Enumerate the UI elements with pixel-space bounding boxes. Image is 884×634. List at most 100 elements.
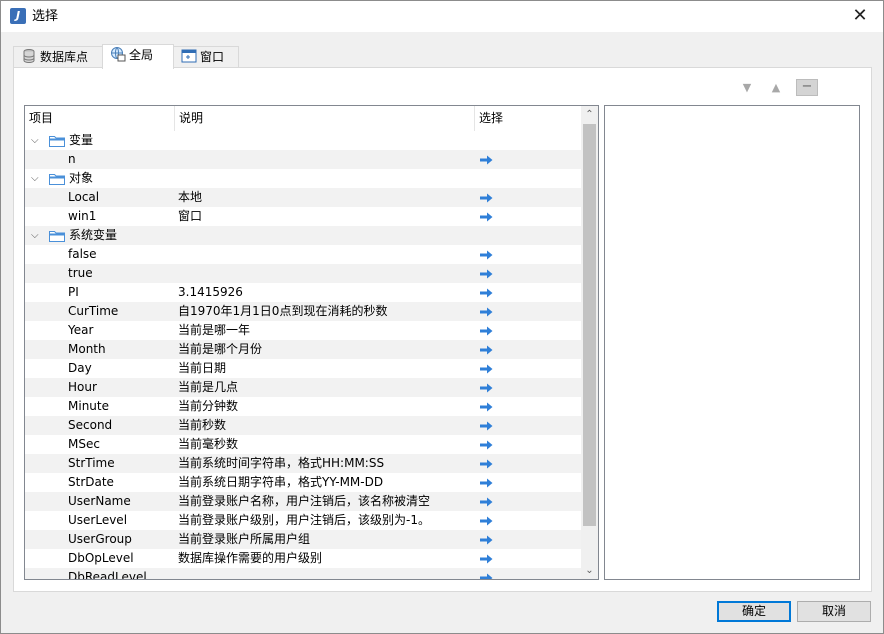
tree-item-name: PI bbox=[68, 285, 79, 299]
scroll-thumb[interactable] bbox=[583, 124, 596, 526]
select-arrow-icon[interactable] bbox=[479, 535, 493, 545]
tree-item-description: 本地 bbox=[178, 190, 203, 204]
folder-icon bbox=[49, 136, 65, 147]
tree-item-row[interactable]: StrTime 当前系统时间字符串，格式HH:MM:SS bbox=[25, 454, 582, 473]
tree-item-description: 当前登录账户级别，用户注销后，该级别为-1。 bbox=[178, 513, 430, 527]
tab-window-label: 窗口 bbox=[200, 50, 225, 64]
select-arrow-icon[interactable] bbox=[479, 193, 493, 203]
tree-item-name: CurTime bbox=[68, 304, 119, 318]
app-icon: J bbox=[10, 8, 26, 24]
column-header-item[interactable]: 项目 bbox=[25, 106, 175, 131]
tree-item-row[interactable]: Day 当前日期 bbox=[25, 359, 582, 378]
column-header-select[interactable]: 选择 bbox=[475, 106, 582, 131]
tree-item-row[interactable]: StrDate 当前系统日期字符串，格式YY-MM-DD bbox=[25, 473, 582, 492]
variable-tree: 项目 说明 选择 ⌵ 变量 n ⌵ 对象 Local 本地 win1 窗口 ⌵ 系统变量 false t… bbox=[24, 105, 599, 580]
tree-item-row[interactable]: n bbox=[25, 150, 582, 169]
tree-item-name: Second bbox=[68, 418, 113, 432]
tree-item-row[interactable]: UserLevel 当前登录账户级别，用户注销后，该级别为-1。 bbox=[25, 511, 582, 530]
move-up-button[interactable]: ▲ bbox=[766, 79, 786, 97]
tree-item-row[interactable]: Hour 当前是几点 bbox=[25, 378, 582, 397]
tree-group-label: 对象 bbox=[69, 171, 94, 185]
tree-item-description: 当前是哪个月份 bbox=[178, 342, 263, 356]
select-arrow-icon[interactable] bbox=[479, 440, 493, 450]
tree-item-row[interactable]: Month 当前是哪个月份 bbox=[25, 340, 582, 359]
tree-item-name: StrTime bbox=[68, 456, 115, 470]
window-title: 选择 bbox=[32, 9, 59, 24]
vertical-scrollbar[interactable]: ⌃ ⌄ bbox=[581, 106, 598, 579]
tree-item-name: Year bbox=[68, 323, 94, 337]
tree-item-row[interactable]: true bbox=[25, 264, 582, 283]
tree-item-row[interactable]: PI 3.1415926 bbox=[25, 283, 582, 302]
select-arrow-icon[interactable] bbox=[479, 516, 493, 526]
select-arrow-icon[interactable] bbox=[479, 402, 493, 412]
tab-global[interactable]: 全局 bbox=[102, 44, 174, 69]
tree-item-name: win1 bbox=[68, 209, 97, 223]
tree-item-row[interactable]: CurTime 自1970年1月1日0点到现在消耗的秒数 bbox=[25, 302, 582, 321]
tree-item-description: 当前是几点 bbox=[178, 380, 239, 394]
tab-database-points[interactable]: 数据库点 bbox=[13, 46, 103, 68]
select-arrow-icon[interactable] bbox=[479, 459, 493, 469]
select-arrow-icon[interactable] bbox=[479, 288, 493, 298]
tree-item-row[interactable]: DbOpLevel 数据库操作需要的用户级别 bbox=[25, 549, 582, 568]
tree-item-row[interactable]: Minute 当前分钟数 bbox=[25, 397, 582, 416]
tree-item-row[interactable]: MSec 当前毫秒数 bbox=[25, 435, 582, 454]
tree-item-name: Day bbox=[68, 361, 92, 375]
chevron-down-icon[interactable]: ⌵ bbox=[31, 226, 41, 245]
cancel-button[interactable]: 取消 bbox=[797, 601, 871, 622]
chevron-down-icon[interactable]: ⌵ bbox=[31, 169, 41, 188]
tree-item-name: UserName bbox=[68, 494, 131, 508]
tab-global-label: 全局 bbox=[129, 48, 154, 62]
select-arrow-icon[interactable] bbox=[479, 364, 493, 374]
select-arrow-icon[interactable] bbox=[479, 269, 493, 279]
tree-item-row[interactable]: win1 窗口 bbox=[25, 207, 582, 226]
tree-item-description: 当前登录账户所属用户组 bbox=[178, 532, 311, 546]
tree-item-name: Hour bbox=[68, 380, 97, 394]
select-arrow-icon[interactable] bbox=[479, 421, 493, 431]
select-arrow-icon[interactable] bbox=[479, 155, 493, 165]
select-arrow-icon[interactable] bbox=[479, 573, 493, 580]
folder-icon bbox=[49, 231, 65, 242]
tree-item-description: 3.1415926 bbox=[178, 285, 243, 299]
tree-item-description: 当前毫秒数 bbox=[178, 437, 239, 451]
folder-icon bbox=[49, 174, 65, 185]
chevron-down-icon[interactable]: ⌵ bbox=[31, 131, 41, 150]
tree-rows: ⌵ 变量 n ⌵ 对象 Local 本地 win1 窗口 ⌵ 系统变量 false true PI 3.14… bbox=[25, 131, 582, 580]
selected-items-pane[interactable] bbox=[604, 105, 860, 580]
tree-group-label: 变量 bbox=[69, 133, 94, 147]
tree-item-row[interactable]: Second 当前秒数 bbox=[25, 416, 582, 435]
column-header-description[interactable]: 说明 bbox=[175, 106, 475, 131]
tree-item-row[interactable]: DbReadLevel bbox=[25, 568, 582, 580]
tree-item-name: Month bbox=[68, 342, 106, 356]
remove-button[interactable]: − bbox=[796, 79, 818, 96]
tree-item-name: DbReadLevel bbox=[68, 570, 147, 580]
tree-header: 项目 说明 选择 bbox=[25, 106, 582, 131]
tab-window[interactable]: 窗口 bbox=[173, 46, 239, 68]
tree-item-description: 当前秒数 bbox=[178, 418, 227, 432]
scroll-down-icon[interactable]: ⌄ bbox=[581, 562, 598, 579]
close-button[interactable]: ✕ bbox=[837, 1, 883, 32]
tree-group-row[interactable]: ⌵ 变量 bbox=[25, 131, 582, 150]
scroll-up-icon[interactable]: ⌃ bbox=[581, 106, 598, 123]
tree-item-name: Local bbox=[68, 190, 100, 204]
title-bar: J 选择 ✕ bbox=[1, 1, 883, 32]
select-arrow-icon[interactable] bbox=[479, 478, 493, 488]
select-dialog: J 选择 ✕ 数据库点 全局 窗口 ▼ ▲ − 项目 说明 选择 ⌵ 变量 n … bbox=[0, 0, 884, 634]
tree-item-row[interactable]: UserGroup 当前登录账户所属用户组 bbox=[25, 530, 582, 549]
ok-button[interactable]: 确定 bbox=[717, 601, 791, 622]
tree-item-description: 当前日期 bbox=[178, 361, 227, 375]
select-arrow-icon[interactable] bbox=[479, 554, 493, 564]
select-arrow-icon[interactable] bbox=[479, 307, 493, 317]
select-arrow-icon[interactable] bbox=[479, 326, 493, 336]
select-arrow-icon[interactable] bbox=[479, 383, 493, 393]
tree-item-row[interactable]: Year 当前是哪一年 bbox=[25, 321, 582, 340]
tree-item-row[interactable]: false bbox=[25, 245, 582, 264]
tree-item-row[interactable]: Local 本地 bbox=[25, 188, 582, 207]
move-down-button[interactable]: ▼ bbox=[737, 79, 757, 97]
select-arrow-icon[interactable] bbox=[479, 212, 493, 222]
tree-item-row[interactable]: UserName 当前登录账户名称，用户注销后，该名称被清空 bbox=[25, 492, 582, 511]
select-arrow-icon[interactable] bbox=[479, 250, 493, 260]
tree-group-row[interactable]: ⌵ 系统变量 bbox=[25, 226, 582, 245]
select-arrow-icon[interactable] bbox=[479, 345, 493, 355]
tree-group-row[interactable]: ⌵ 对象 bbox=[25, 169, 582, 188]
select-arrow-icon[interactable] bbox=[479, 497, 493, 507]
